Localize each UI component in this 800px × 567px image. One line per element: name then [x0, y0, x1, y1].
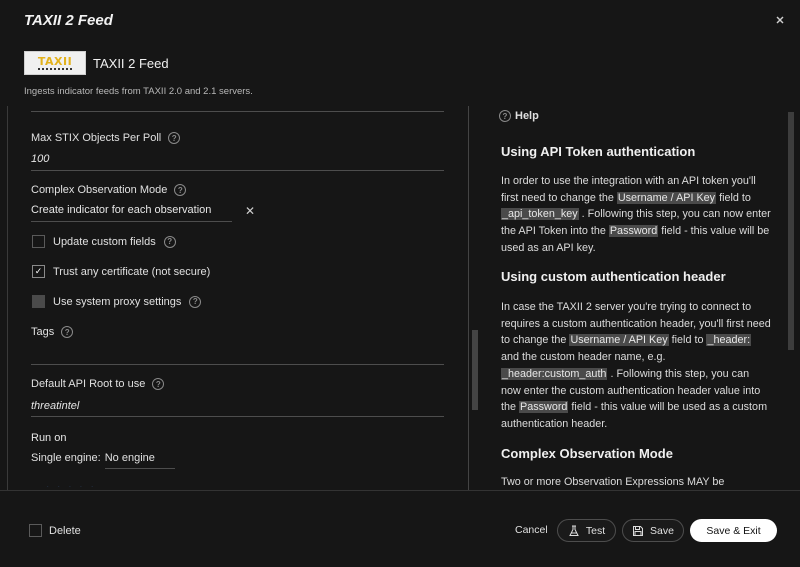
- settings-form: Max STIX Objects Per Poll ? 100 Complex …: [8, 106, 468, 490]
- engine-select[interactable]: No engine: [104, 452, 175, 469]
- field-underline: [31, 364, 444, 365]
- code-snippet: Username / API Key: [616, 191, 717, 204]
- complex-mode-select[interactable]: Create indicator for each observation: [31, 204, 211, 216]
- field-underline: [31, 416, 444, 417]
- update-custom-fields-checkbox[interactable]: [32, 235, 45, 248]
- trust-certificate-label: Trust any certificate (not secure): [53, 265, 211, 278]
- help-header[interactable]: ? Help: [499, 110, 539, 122]
- use-proxy-label: Use system proxy settings: [53, 295, 182, 308]
- update-custom-fields-row[interactable]: Update custom fields ?: [32, 235, 176, 248]
- help-section-title: Using API Token authentication: [501, 144, 696, 159]
- default-api-root-label-text: Default API Root to use: [31, 378, 146, 390]
- help-header-label: Help: [515, 110, 539, 122]
- code-snippet: _api_token_key: [501, 208, 579, 221]
- close-button[interactable]: [773, 13, 787, 27]
- footer-divider: [0, 490, 800, 491]
- help-icon[interactable]: ?: [168, 132, 181, 144]
- select-underline: [31, 221, 232, 222]
- code-snippet: Password: [519, 401, 569, 414]
- cancel-button[interactable]: Cancel: [515, 524, 548, 536]
- engine-row: Single engine: No engine: [31, 452, 175, 469]
- update-custom-fields-label: Update custom fields: [53, 235, 156, 248]
- trust-certificate-checkbox[interactable]: ✓: [32, 265, 45, 278]
- close-icon: [776, 16, 784, 24]
- integration-logo: TAXII: [24, 51, 86, 75]
- help-section-title: Using custom authentication header: [501, 269, 726, 284]
- default-api-root-label: Default API Root to use ?: [31, 378, 165, 390]
- help-section-text: In case the TAXII 2 server you're trying…: [501, 299, 771, 433]
- max-stix-label: Max STIX Objects Per Poll ?: [31, 132, 181, 144]
- complex-mode-label: Complex Observation Mode ?: [31, 184, 187, 196]
- test-button[interactable]: Test: [557, 519, 616, 542]
- flask-icon: [569, 525, 579, 536]
- code-snippet: _header:: [706, 334, 752, 347]
- delete-checkbox[interactable]: [29, 524, 42, 537]
- integration-description: Ingests indicator feeds from TAXII 2.0 a…: [24, 86, 253, 97]
- field-underline: [31, 111, 444, 112]
- help-panel-scrollbar[interactable]: [788, 112, 794, 350]
- tags-input[interactable]: [31, 346, 444, 364]
- trust-certificate-row[interactable]: ✓ Trust any certificate (not secure): [32, 265, 210, 278]
- help-section-text: Two or more Observation Expressions MAY …: [501, 476, 725, 488]
- delete-row[interactable]: Delete: [29, 524, 81, 537]
- max-stix-input[interactable]: 100: [31, 153, 49, 165]
- text: field to: [716, 191, 751, 204]
- help-icon[interactable]: ?: [174, 184, 187, 196]
- save-button[interactable]: Save: [622, 519, 684, 542]
- engine-label: Single engine:: [31, 452, 101, 464]
- help-icon: ?: [499, 110, 511, 122]
- use-proxy-checkbox[interactable]: [32, 295, 45, 308]
- floppy-disk-icon: [633, 525, 644, 536]
- help-section-title: Complex Observation Mode: [501, 446, 673, 461]
- modal-title: TAXII 2 Feed: [24, 12, 113, 29]
- help-icon[interactable]: ?: [189, 295, 202, 308]
- complex-mode-label-text: Complex Observation Mode: [31, 184, 168, 196]
- help-icon[interactable]: ?: [152, 378, 165, 390]
- code-snippet: Password: [608, 225, 659, 238]
- code-snippet: _header:custom_auth: [501, 367, 608, 380]
- clear-selection-icon[interactable]: ✕: [245, 204, 255, 218]
- save-label: Save: [650, 524, 674, 537]
- run-on-label: Run on: [31, 432, 67, 444]
- test-label: Test: [585, 524, 606, 537]
- field-underline: [31, 170, 444, 171]
- use-proxy-row[interactable]: Use system proxy settings ?: [32, 295, 202, 308]
- logo-text: TAXII: [37, 54, 73, 70]
- delete-label: Delete: [49, 524, 81, 537]
- text: and the custom header name, e.g.: [501, 351, 666, 364]
- help-icon[interactable]: ?: [163, 235, 176, 248]
- code-snippet: Username / API Key: [569, 334, 669, 347]
- tags-label-text: Tags: [31, 326, 55, 338]
- save-and-exit-button[interactable]: Save & Exit: [690, 519, 777, 542]
- integration-name: TAXII 2 Feed: [93, 56, 169, 71]
- help-icon[interactable]: ?: [61, 326, 74, 338]
- max-stix-label-text: Max STIX Objects Per Poll: [31, 132, 162, 144]
- text: field to: [668, 334, 707, 347]
- help-section-text: In order to use the integration with an …: [501, 173, 771, 257]
- help-panel: ? Help Using API Token authentication In…: [469, 106, 800, 490]
- default-api-root-input[interactable]: threatintel: [31, 400, 79, 412]
- tags-label: Tags ?: [31, 326, 74, 338]
